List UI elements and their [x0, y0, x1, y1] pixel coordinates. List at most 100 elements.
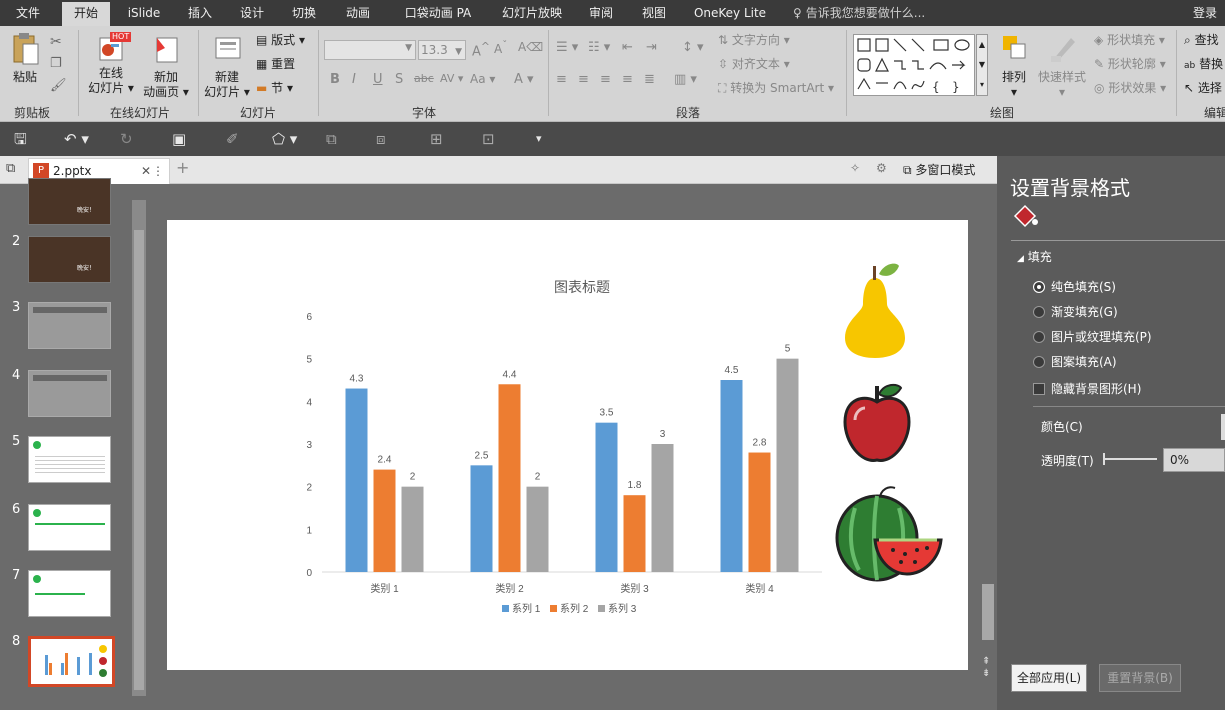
- pen-icon[interactable]: ✐: [226, 128, 239, 150]
- new-slide-button[interactable]: 新建 幻灯片 ▾: [202, 32, 252, 100]
- section-button[interactable]: ▬ 节 ▾: [256, 78, 293, 98]
- slide-thumb[interactable]: [28, 302, 111, 349]
- scroll-thumb[interactable]: [134, 230, 144, 690]
- tell-me-search[interactable]: ♀ 告诉我您想要做什么...: [793, 0, 925, 26]
- tab-view[interactable]: 视图: [634, 0, 674, 26]
- copy-icon[interactable]: ❐: [50, 56, 62, 71]
- shape-fill-button[interactable]: ◈ 形状填充 ▾: [1094, 30, 1165, 50]
- shadow-icon[interactable]: S: [395, 72, 403, 87]
- multi-window-button[interactable]: ⧉ 多窗口模式: [903, 160, 975, 180]
- text-direction-button[interactable]: ⇅ 文字方向 ▾: [718, 30, 790, 50]
- bar[interactable]: [401, 486, 424, 572]
- layout-button[interactable]: ▤ 版式 ▾: [256, 30, 305, 50]
- tab-pocket-anim[interactable]: 口袋动画 PA: [396, 0, 480, 26]
- reset-button[interactable]: ▦ 重置: [256, 54, 295, 74]
- menu-file[interactable]: 文件: [8, 0, 48, 26]
- reset-background-button[interactable]: 重置背景(B): [1099, 664, 1181, 692]
- tab-list-icon[interactable]: ⧉: [6, 161, 15, 176]
- bar[interactable]: [595, 422, 618, 572]
- quick-styles-button[interactable]: 快速样式 ▾: [1036, 32, 1088, 100]
- align-right-icon[interactable]: ≡: [600, 72, 611, 87]
- shape-format-icon[interactable]: ⬠ ▾: [272, 128, 297, 150]
- line-spacing-icon[interactable]: ↕ ▾: [682, 40, 704, 55]
- decrease-indent-icon[interactable]: ⇤: [622, 40, 633, 55]
- bar[interactable]: [748, 452, 771, 572]
- bar[interactable]: [776, 358, 799, 572]
- tab-review[interactable]: 审阅: [582, 0, 620, 26]
- color-picker-button[interactable]: [1221, 414, 1225, 440]
- slide-thumb[interactable]: [28, 370, 111, 417]
- solid-fill-radio[interactable]: 纯色填充(S): [1033, 278, 1116, 296]
- align-text-button[interactable]: ⇳ 对齐文本 ▾: [718, 54, 790, 74]
- bar[interactable]: [651, 444, 674, 572]
- gear-icon[interactable]: ⚙: [876, 161, 887, 175]
- online-slides-button[interactable]: HOT 在线 幻灯片 ▾: [86, 32, 136, 96]
- undo-icon[interactable]: ↶ ▾: [64, 128, 89, 150]
- slide-thumb[interactable]: 晚安！: [28, 236, 111, 283]
- prev-next-slide-icon[interactable]: ⇞ ⇟: [982, 656, 990, 680]
- replace-button[interactable]: ab 替换: [1184, 54, 1223, 74]
- slideshow-icon[interactable]: ▣: [172, 128, 186, 150]
- tab-islide[interactable]: iSlide: [118, 0, 170, 26]
- strikethrough-icon[interactable]: abc: [414, 72, 434, 85]
- crop-icon[interactable]: ⊡: [482, 128, 495, 150]
- font-size-select[interactable]: 13.3 ▼: [418, 40, 466, 60]
- gradient-fill-radio[interactable]: 渐变填充(G): [1033, 303, 1118, 321]
- more-icon[interactable]: ⋮: [152, 159, 164, 183]
- bar[interactable]: [526, 486, 549, 572]
- smartart-button[interactable]: ⛶ 转换为 SmartArt ▾: [718, 78, 834, 98]
- fill-tab-icon[interactable]: [1011, 202, 1039, 230]
- char-spacing-icon[interactable]: AV ▾: [440, 72, 463, 85]
- italic-icon[interactable]: I: [352, 72, 356, 87]
- shape-outline-button[interactable]: ✎ 形状轮廓 ▾: [1094, 54, 1166, 74]
- tab-home[interactable]: 开始: [62, 2, 110, 26]
- login-link[interactable]: 登录: [1193, 0, 1217, 26]
- slide-thumb-selected[interactable]: [28, 636, 115, 687]
- magic-icon[interactable]: ✧: [850, 161, 860, 175]
- shapes-scroll[interactable]: ▲ ▼ ▾: [976, 34, 988, 96]
- align-icon[interactable]: ⊞: [430, 128, 443, 150]
- align-left-icon[interactable]: ≡: [556, 72, 567, 87]
- arrange-button[interactable]: 排列 ▾: [996, 32, 1032, 100]
- tab-slideshow[interactable]: 幻灯片放映: [494, 0, 570, 26]
- pattern-fill-radio[interactable]: 图案填充(A): [1033, 353, 1117, 371]
- tab-design[interactable]: 设计: [232, 0, 272, 26]
- save-icon[interactable]: 🖫: [14, 128, 27, 150]
- font-color-icon[interactable]: A ▾: [514, 72, 534, 87]
- slide-thumb[interactable]: [28, 436, 111, 483]
- tab-animations[interactable]: 动画: [338, 0, 378, 26]
- close-icon[interactable]: ✕: [141, 159, 151, 183]
- add-tab-icon[interactable]: +: [176, 158, 189, 177]
- align-center-icon[interactable]: ≡: [578, 72, 589, 87]
- slide-canvas[interactable]: 图表标题 0 1 2 3 4 5 6 类别 1 4.3 2.4 2 类别 2 2.5 4.4 2 类别 3 3.5…: [167, 220, 968, 670]
- tab-transitions[interactable]: 切换: [284, 0, 324, 26]
- redo-icon[interactable]: ↻: [120, 128, 133, 150]
- distribute-icon[interactable]: ≣: [644, 72, 655, 87]
- customize-qat-icon[interactable]: ▾: [536, 128, 542, 150]
- bold-icon[interactable]: B: [330, 72, 340, 87]
- new-anim-page-button[interactable]: 新加 动画页 ▾: [140, 32, 192, 100]
- slide-thumb[interactable]: [28, 570, 111, 617]
- select-button[interactable]: ↖ 选择: [1184, 78, 1222, 98]
- paste-button[interactable]: 粘贴: [6, 32, 44, 85]
- slide-scrollbar[interactable]: ⇞ ⇟: [978, 184, 996, 694]
- shape-effects-button[interactable]: ◎ 形状效果 ▾: [1094, 78, 1166, 98]
- font-name-select[interactable]: ▼: [324, 40, 416, 60]
- bar[interactable]: [470, 465, 493, 572]
- cut-icon[interactable]: ✂: [50, 34, 62, 50]
- transparency-slider[interactable]: [1103, 453, 1157, 465]
- change-case-icon[interactable]: Aa ▾: [470, 72, 495, 86]
- hide-bg-checkbox[interactable]: 隐藏背景图形(H): [1033, 380, 1141, 398]
- group-icon[interactable]: ⧉: [326, 128, 337, 150]
- grow-font-icon[interactable]: A^: [472, 40, 490, 59]
- tab-onekey[interactable]: OneKey Lite: [688, 0, 772, 26]
- increase-indent-icon[interactable]: ⇥: [646, 40, 657, 55]
- slider-handle[interactable]: [1103, 453, 1105, 465]
- picture-fill-radio[interactable]: 图片或纹理填充(P): [1033, 328, 1152, 346]
- apply-all-button[interactable]: 全部应用(L): [1011, 664, 1087, 692]
- bar[interactable]: [498, 384, 521, 572]
- justify-icon[interactable]: ≡: [622, 72, 633, 87]
- bar[interactable]: [345, 388, 368, 572]
- transparency-input[interactable]: 0%: [1163, 448, 1225, 472]
- underline-icon[interactable]: U: [373, 72, 383, 87]
